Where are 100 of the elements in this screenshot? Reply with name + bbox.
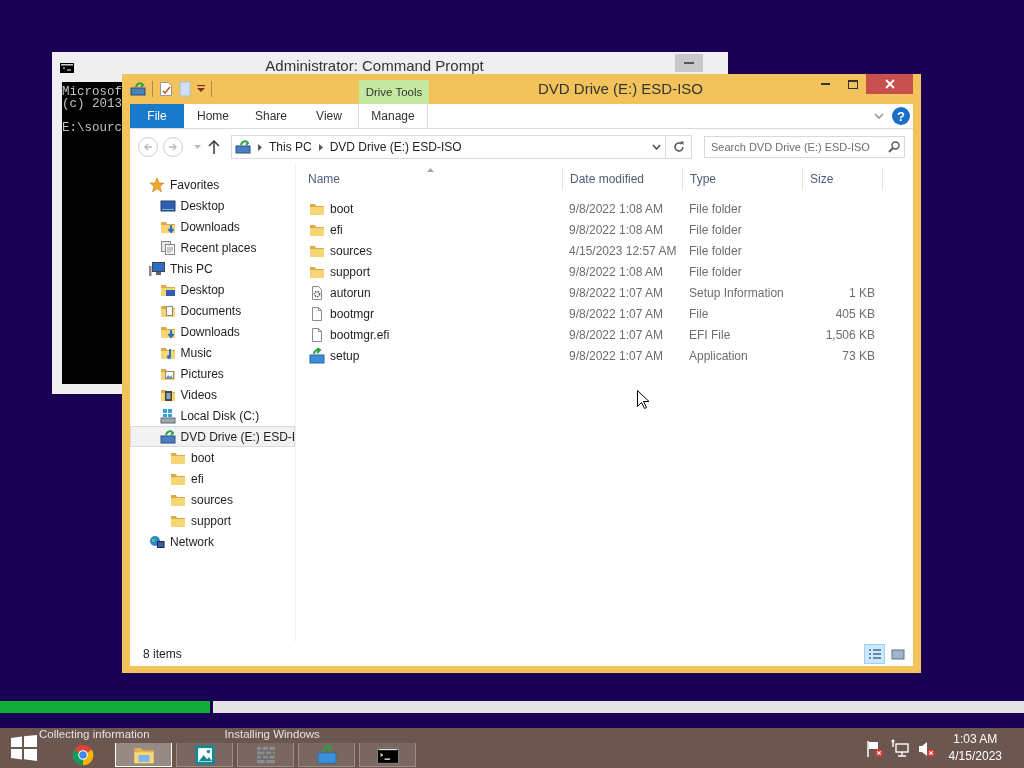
file-name[interactable]: boot <box>330 201 354 216</box>
speaker-muted-icon[interactable] <box>916 739 935 757</box>
date-cell-text: 9/8/2022 1:07 AM <box>568 327 665 342</box>
minimize-icon <box>821 83 830 85</box>
nav-item[interactable]: boot <box>130 447 295 468</box>
flag-alert-icon[interactable] <box>864 739 883 757</box>
forward-arrow-icon <box>168 143 178 151</box>
file-name[interactable]: sources <box>330 243 373 258</box>
drive-icon <box>159 407 176 424</box>
refresh-button[interactable] <box>666 135 692 159</box>
clock-time[interactable]: 1:03 AM <box>953 731 998 748</box>
file-menu-button[interactable]: File <box>130 104 184 128</box>
large-icons-view-icon <box>890 648 905 660</box>
file-icon <box>309 305 325 322</box>
view-button[interactable] <box>864 644 885 664</box>
nav-item[interactable]: Downloads <box>130 321 295 342</box>
search-icon <box>888 141 900 153</box>
windows-icon <box>11 735 37 761</box>
caret-icon <box>193 145 201 149</box>
window-title: Administrator: Command Prompt <box>264 57 485 75</box>
close-icon <box>884 79 895 89</box>
nav-item[interactable]: DVD Drive (E:) ESD-I <box>130 426 295 447</box>
console-text: (c) 2013 <box>62 98 122 110</box>
minimize-icon <box>684 62 694 64</box>
file-name[interactable]: bootmgr.efi <box>330 327 390 342</box>
breadcrumb[interactable]: This PC <box>269 140 312 154</box>
browser-icon <box>71 743 94 766</box>
file-name[interactable]: setup <box>330 348 360 363</box>
window-title: DVD Drive (E:) ESD-ISO <box>537 79 704 99</box>
type-cell-text: File <box>688 306 710 321</box>
nav-item[interactable]: Pictures <box>130 363 295 384</box>
nav-item[interactable]: Downloads <box>130 216 295 237</box>
setup-step-label: Installing Windows <box>222 728 322 741</box>
column-header[interactable]: Type <box>683 168 803 190</box>
nav-item[interactable]: efi <box>130 468 295 489</box>
setup-icon <box>315 743 338 766</box>
context-tab-label: Drive Tools <box>359 80 429 104</box>
type-cell-text: Setup Information <box>688 285 785 300</box>
date-cell-text: 9/8/2022 1:08 AM <box>568 201 665 216</box>
taskbar-button[interactable] <box>115 743 172 767</box>
maximize-icon <box>847 79 858 89</box>
column-header[interactable]: Date modified <box>563 168 683 190</box>
size-cell-text: 1,506 KB <box>824 327 876 342</box>
properties-icon[interactable] <box>159 81 173 97</box>
type-cell-text: File folder <box>688 243 743 258</box>
type-cell-text: File folder <box>688 222 743 237</box>
date-cell-text: 9/8/2022 1:07 AM <box>568 285 665 300</box>
dvd-drive-icon <box>159 428 176 445</box>
file-name[interactable]: autorun <box>330 285 371 300</box>
address-bar[interactable]: This PC DVD Drive (E:) ESD-ISO <box>231 135 666 159</box>
pointer-icon <box>637 390 649 409</box>
nav-item[interactable]: Favorites <box>130 174 295 195</box>
nav-item[interactable]: Network <box>130 531 295 552</box>
nav-item[interactable]: Documents <box>130 300 295 321</box>
ribbon-tab[interactable]: Manage <box>358 104 428 128</box>
search-field[interactable]: Search DVD Drive (E:) ESD-ISO <box>704 136 905 158</box>
dvd-drive-icon <box>235 139 251 155</box>
column-header[interactable]: Size <box>803 168 883 190</box>
dropdown-caret-icon[interactable] <box>197 85 205 93</box>
help-button[interactable]: ? <box>892 107 910 125</box>
nav-item[interactable]: Videos <box>130 384 295 405</box>
up-arrow-icon <box>208 140 220 154</box>
close-button[interactable] <box>866 74 913 94</box>
console-text: Microsof <box>62 86 122 98</box>
date-cell-text: 9/8/2022 1:07 AM <box>568 348 665 363</box>
size-cell-text: 405 KB <box>834 306 876 321</box>
taskbar-button[interactable] <box>176 743 233 767</box>
type-cell-text: EFI File <box>688 327 732 342</box>
breadcrumb[interactable]: DVD Drive (E:) ESD-ISO <box>329 140 462 154</box>
nav-item[interactable]: Desktop <box>130 195 295 216</box>
console-text: E:\sourc <box>62 122 122 134</box>
nav-item[interactable]: Recent places <box>130 237 295 258</box>
chevron-down-icon[interactable] <box>874 113 884 119</box>
refresh-icon <box>672 141 685 153</box>
nav-item[interactable]: sources <box>130 489 295 510</box>
setup-step-label: Collecting information <box>37 728 152 741</box>
nav-item[interactable]: support <box>130 510 295 531</box>
date-cell-text: 4/15/2023 12:57 AM <box>568 243 678 258</box>
minimize-button[interactable] <box>675 54 703 72</box>
documents-stack-icon <box>159 239 176 256</box>
nav-item[interactable]: Local Disk (C:) <box>130 405 295 426</box>
nav-item[interactable]: This PC <box>130 258 295 279</box>
file-icon <box>309 326 325 343</box>
clock-date[interactable]: 4/15/2023 <box>948 748 1002 765</box>
picture-icon <box>193 743 216 766</box>
file-name[interactable]: bootmgr <box>330 306 375 321</box>
column-header[interactable]: Name <box>301 168 563 190</box>
setup-icon <box>309 347 325 364</box>
date-cell-text: 9/8/2022 1:07 AM <box>568 306 665 321</box>
size-cell-text: 73 KB <box>841 348 876 363</box>
nav-item[interactable]: Desktop <box>130 279 295 300</box>
file-name[interactable]: efi <box>330 222 343 237</box>
taskbar-button[interactable] <box>359 743 416 767</box>
breadcrumb-arrow-icon <box>318 143 323 151</box>
file-name[interactable]: support <box>330 264 371 279</box>
network-icon <box>149 533 165 550</box>
size-cell-text: 1 KB <box>848 285 876 300</box>
nav-item[interactable]: Music <box>130 342 295 363</box>
network-alert-icon[interactable] <box>890 739 909 757</box>
sort-arrow-icon <box>427 168 434 172</box>
